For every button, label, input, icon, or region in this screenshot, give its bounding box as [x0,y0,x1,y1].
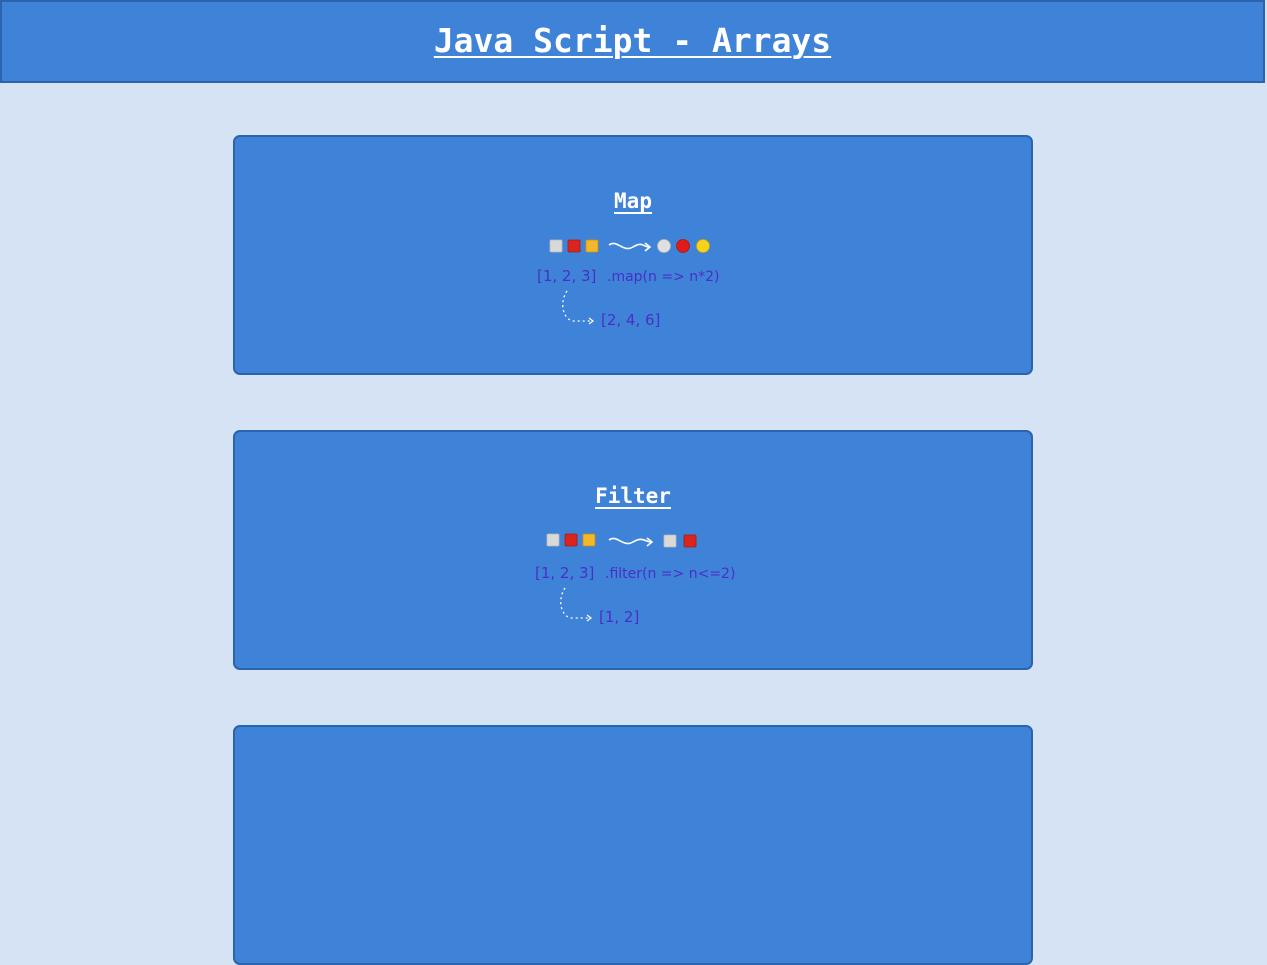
red-square-icon [564,533,578,547]
transform-arrow-icon [608,242,650,250]
filter-result-array: [1, 2] [599,608,639,624]
yellow-circle-icon [696,239,710,253]
white-square-icon [546,533,560,547]
white-square-icon [549,239,563,253]
array-method-card [233,725,1033,965]
page-title: Java Script - Arrays [433,21,832,60]
filter-card: Filter [1, 2, 3] .filter(n => n<=2) [1, … [233,430,1033,670]
filter-input-icons [546,533,596,547]
map-input-array: [1, 2, 3] [537,267,596,285]
filter-input-array: [1, 2, 3] [535,564,594,582]
map-output-icons [657,239,710,253]
white-square-icon [663,534,677,548]
red-square-icon [567,239,581,253]
map-input-icons [549,239,599,253]
filter-method-call: .filter(n => n<=2) [605,566,735,582]
white-circle-icon [657,239,671,253]
result-arrow-icon [562,290,591,322]
map-illustration: [1, 2, 3] .map(n => n*2) [2, 4, 6] [537,239,720,329]
filter-illustration: [1, 2, 3] .filter(n => n<=2) [1, 2] [535,533,735,624]
filter-card-title: Filter [595,484,671,508]
page-header: Java Script - Arrays [0,0,1265,83]
filter-output-icons [663,534,697,548]
map-result-array: [2, 4, 6] [601,311,660,329]
yellow-square-icon [585,239,599,253]
yellow-square-icon [582,533,596,547]
map-method-call: .map(n => n*2) [607,269,720,285]
map-card-title: Map [614,189,652,213]
red-circle-icon [676,239,690,253]
red-square-icon [683,534,697,548]
transform-arrow-icon [608,537,652,545]
result-arrow-icon [560,587,589,619]
map-card: Map [1, 2, 3] .map(n => n*2) [2, 4, 6] [233,135,1033,375]
